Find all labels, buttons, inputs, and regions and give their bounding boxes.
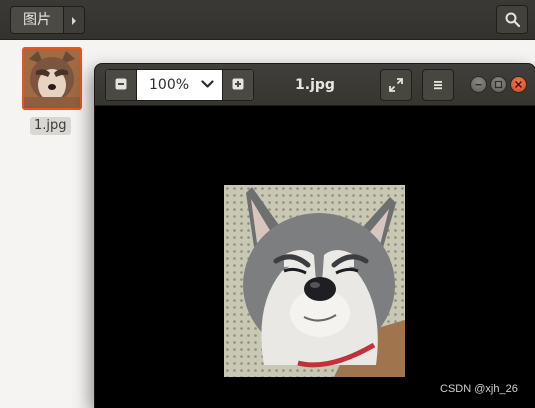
fullscreen-button[interactable] — [380, 69, 412, 101]
zoom-out-button[interactable] — [106, 70, 137, 100]
breadcrumb-next-button[interactable] — [64, 6, 85, 34]
minus-icon — [115, 78, 127, 90]
husky-thumbnail-image — [24, 49, 80, 108]
maximize-icon — [494, 80, 503, 89]
menu-button[interactable] — [422, 69, 454, 101]
husky-photo — [224, 185, 405, 377]
zoom-control: 100% — [105, 69, 254, 101]
minimize-button[interactable] — [470, 76, 487, 93]
maximize-button[interactable] — [490, 76, 507, 93]
close-button[interactable] — [510, 76, 527, 93]
chevron-right-icon — [72, 17, 76, 25]
file-manager-headerbar: 图片 — [0, 0, 535, 40]
zoom-level-value: 100% — [149, 77, 190, 93]
hamburger-menu-icon — [434, 81, 442, 90]
breadcrumb-current-folder[interactable]: 图片 — [10, 6, 64, 34]
close-icon — [514, 80, 523, 89]
file-item[interactable]: 1.jpg — [20, 47, 84, 137]
viewer-headerbar: 100% 1.jpg — [95, 64, 535, 106]
viewer-title: 1.jpg — [295, 77, 335, 93]
chevron-down-icon — [201, 80, 214, 88]
search-icon — [505, 12, 520, 27]
fullscreen-icon — [389, 78, 403, 92]
file-thumbnail[interactable] — [22, 47, 82, 110]
breadcrumb-label: 图片 — [23, 12, 51, 28]
search-button[interactable] — [496, 5, 528, 34]
file-name-label: 1.jpg — [30, 117, 71, 135]
zoom-level-dropdown[interactable]: 100% — [137, 70, 223, 100]
watermark-text: CSDN @xjh_26 — [440, 383, 518, 395]
plus-icon — [232, 78, 244, 90]
minimize-icon — [475, 84, 482, 86]
image-viewer-window: 100% 1.jpg CSDN @xjh_26 — [95, 64, 535, 408]
zoom-in-button[interactable] — [222, 70, 253, 100]
displayed-image — [224, 185, 405, 377]
